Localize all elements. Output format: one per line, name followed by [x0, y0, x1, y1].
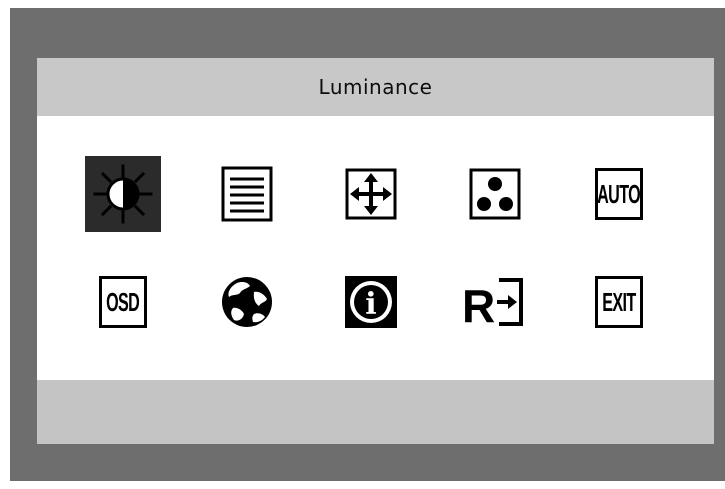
osd-icon-grid: AUTO OSD i R EXIT [37, 116, 714, 380]
osd-status-bar [37, 380, 714, 444]
osd-menu-title: Luminance [318, 75, 433, 99]
image-setup-button[interactable] [209, 156, 285, 232]
language-button[interactable] [209, 264, 285, 340]
exit-button[interactable]: EXIT [581, 264, 657, 340]
info-glyph: i [365, 287, 376, 322]
auto-adjust-button[interactable]: AUTO [581, 156, 657, 232]
osd-setup-button[interactable]: OSD [85, 264, 161, 340]
reset-letter: R [462, 280, 495, 332]
auto-adjust-icon: AUTO [597, 178, 642, 209]
language-icon [222, 277, 272, 327]
information-icon: i [345, 276, 397, 328]
color-setup-button[interactable] [457, 156, 533, 232]
image-setup-icon [221, 166, 273, 222]
luminance-icon [93, 164, 153, 224]
information-button[interactable]: i [333, 264, 409, 340]
osd-title-bar: Luminance [37, 58, 714, 116]
image-position-button[interactable] [333, 156, 409, 232]
reset-button[interactable]: R [457, 264, 533, 340]
reset-icon: R [462, 278, 523, 332]
luminance-button[interactable] [85, 156, 161, 232]
osd-setup-icon: OSD [106, 286, 140, 317]
osd-menu-panel: Luminance AUTO OSD i R EXIT [37, 58, 714, 444]
color-setup-icon [469, 168, 521, 220]
exit-icon: EXIT [602, 286, 636, 317]
image-position-icon [345, 168, 397, 220]
